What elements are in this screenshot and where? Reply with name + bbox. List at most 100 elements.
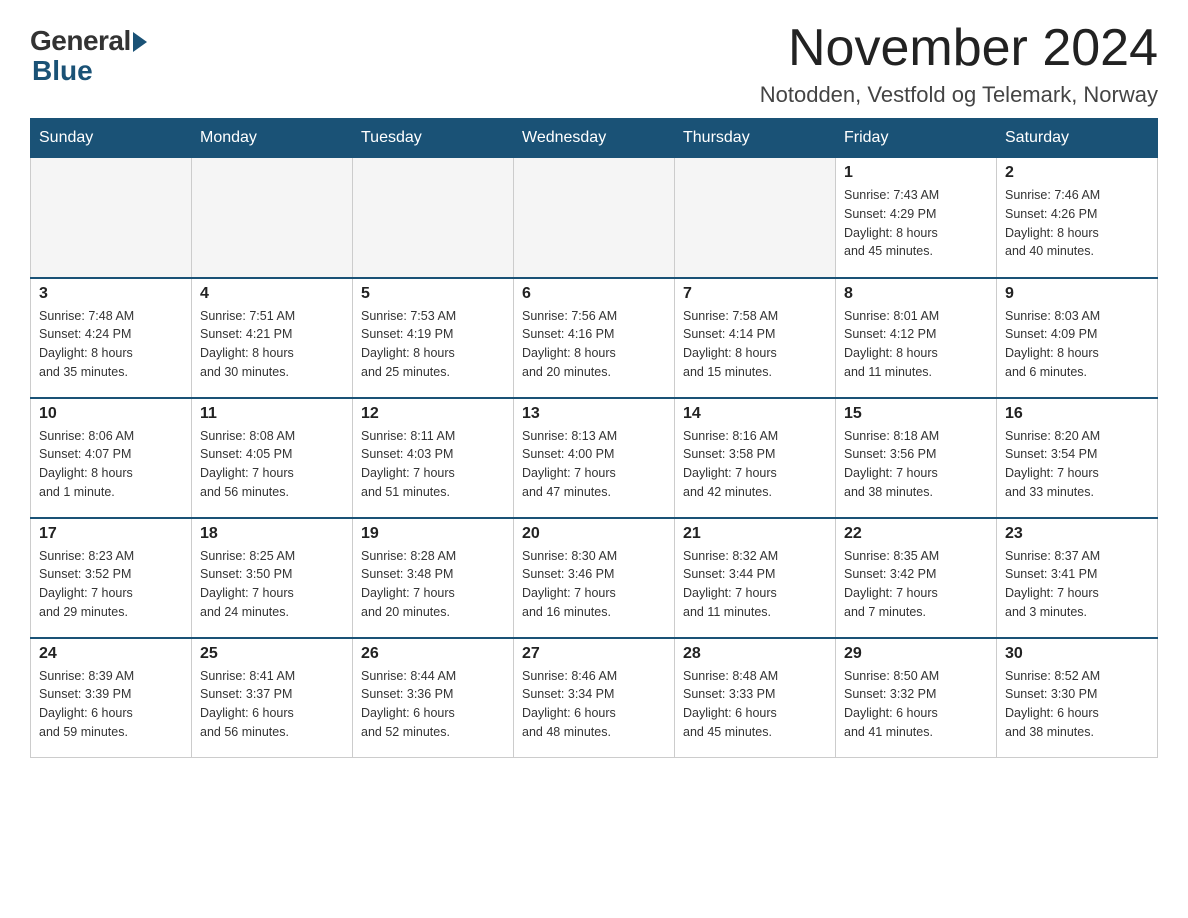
calendar-cell: 3 Sunrise: 7:48 AM Sunset: 4:24 PM Daylig… — [31, 278, 192, 398]
column-header-tuesday: Tuesday — [353, 119, 514, 158]
day-info: Sunrise: 7:46 AM Sunset: 4:26 PM Dayligh… — [1005, 186, 1149, 261]
day-number: 11 — [200, 405, 344, 423]
calendar-cell: 17 Sunrise: 8:23 AM Sunset: 3:52 PM Dayli… — [31, 518, 192, 638]
day-number: 19 — [361, 525, 505, 543]
day-info: Sunrise: 8:25 AM Sunset: 3:50 PM Dayligh… — [200, 547, 344, 622]
day-info: Sunrise: 8:32 AM Sunset: 3:44 PM Dayligh… — [683, 547, 827, 622]
logo: General Blue — [30, 20, 147, 87]
location-subtitle: Notodden, Vestfold og Telemark, Norway — [760, 82, 1158, 108]
day-info: Sunrise: 7:48 AM Sunset: 4:24 PM Dayligh… — [39, 307, 183, 382]
calendar-cell: 12Sunrise: 8:11 AM Sunset: 4:03 PM Dayli… — [353, 398, 514, 518]
calendar-cell — [514, 158, 675, 278]
title-section: November 2024 Notodden, Vestfold og Tele… — [760, 20, 1158, 108]
day-info: Sunrise: 8:08 AM Sunset: 4:05 PM Dayligh… — [200, 427, 344, 502]
calendar-cell: 1 Sunrise: 7:43 AM Sunset: 4:29 PM Daylig… — [836, 158, 997, 278]
day-number: 15 — [844, 405, 988, 423]
calendar-cell: 13Sunrise: 8:13 AM Sunset: 4:00 PM Dayli… — [514, 398, 675, 518]
calendar-cell: 9 Sunrise: 8:03 AM Sunset: 4:09 PM Daylig… — [997, 278, 1158, 398]
day-info: Sunrise: 8:16 AM Sunset: 3:58 PM Dayligh… — [683, 427, 827, 502]
day-number: 4 — [200, 285, 344, 303]
day-info: Sunrise: 8:03 AM Sunset: 4:09 PM Dayligh… — [1005, 307, 1149, 382]
day-info: Sunrise: 8:48 AM Sunset: 3:33 PM Dayligh… — [683, 667, 827, 742]
day-info: Sunrise: 8:52 AM Sunset: 3:30 PM Dayligh… — [1005, 667, 1149, 742]
day-number: 18 — [200, 525, 344, 543]
calendar-week-row: 24Sunrise: 8:39 AM Sunset: 3:39 PM Dayli… — [31, 638, 1158, 758]
calendar-cell — [192, 158, 353, 278]
day-number: 24 — [39, 645, 183, 663]
day-info: Sunrise: 7:53 AM Sunset: 4:19 PM Dayligh… — [361, 307, 505, 382]
day-number: 12 — [361, 405, 505, 423]
day-number: 8 — [844, 285, 988, 303]
calendar-cell — [353, 158, 514, 278]
calendar-cell: 25 Sunrise: 8:41 AM Sunset: 3:37 PM Dayli… — [192, 638, 353, 758]
day-number: 6 — [522, 285, 666, 303]
day-number: 20 — [522, 525, 666, 543]
day-number: 21 — [683, 525, 827, 543]
day-info: Sunrise: 8:01 AM Sunset: 4:12 PM Dayligh… — [844, 307, 988, 382]
day-number: 3 — [39, 285, 183, 303]
day-number: 2 — [1005, 164, 1149, 182]
day-number: 16 — [1005, 405, 1149, 423]
calendar-cell: 4Sunrise: 7:51 AM Sunset: 4:21 PM Daylig… — [192, 278, 353, 398]
calendar-cell: 6 Sunrise: 7:56 AM Sunset: 4:16 PM Daylig… — [514, 278, 675, 398]
day-info: Sunrise: 8:50 AM Sunset: 3:32 PM Dayligh… — [844, 667, 988, 742]
calendar-cell: 18 Sunrise: 8:25 AM Sunset: 3:50 PM Dayli… — [192, 518, 353, 638]
day-number: 30 — [1005, 645, 1149, 663]
column-header-wednesday: Wednesday — [514, 119, 675, 158]
day-info: Sunrise: 8:18 AM Sunset: 3:56 PM Dayligh… — [844, 427, 988, 502]
day-info: Sunrise: 8:20 AM Sunset: 3:54 PM Dayligh… — [1005, 427, 1149, 502]
day-number: 25 — [200, 645, 344, 663]
calendar-cell: 22Sunrise: 8:35 AM Sunset: 3:42 PM Dayli… — [836, 518, 997, 638]
day-info: Sunrise: 8:37 AM Sunset: 3:41 PM Dayligh… — [1005, 547, 1149, 622]
calendar-week-row: 10 Sunrise: 8:06 AM Sunset: 4:07 PM Dayli… — [31, 398, 1158, 518]
calendar-header-row: SundayMondayTuesdayWednesdayThursdayFrid… — [31, 119, 1158, 158]
day-number: 28 — [683, 645, 827, 663]
day-info: Sunrise: 8:46 AM Sunset: 3:34 PM Dayligh… — [522, 667, 666, 742]
calendar-cell: 5 Sunrise: 7:53 AM Sunset: 4:19 PM Daylig… — [353, 278, 514, 398]
column-header-monday: Monday — [192, 119, 353, 158]
calendar-cell: 11 Sunrise: 8:08 AM Sunset: 4:05 PM Dayli… — [192, 398, 353, 518]
calendar-cell: 23Sunrise: 8:37 AM Sunset: 3:41 PM Dayli… — [997, 518, 1158, 638]
day-number: 14 — [683, 405, 827, 423]
calendar-cell: 26Sunrise: 8:44 AM Sunset: 3:36 PM Dayli… — [353, 638, 514, 758]
day-info: Sunrise: 8:06 AM Sunset: 4:07 PM Dayligh… — [39, 427, 183, 502]
logo-general-text: General — [30, 25, 131, 57]
calendar-cell: 14 Sunrise: 8:16 AM Sunset: 3:58 PM Dayli… — [675, 398, 836, 518]
day-number: 13 — [522, 405, 666, 423]
calendar-cell: 21 Sunrise: 8:32 AM Sunset: 3:44 PM Dayli… — [675, 518, 836, 638]
day-number: 7 — [683, 285, 827, 303]
calendar-cell: 2 Sunrise: 7:46 AM Sunset: 4:26 PM Daylig… — [997, 158, 1158, 278]
column-header-thursday: Thursday — [675, 119, 836, 158]
day-number: 29 — [844, 645, 988, 663]
day-info: Sunrise: 8:41 AM Sunset: 3:37 PM Dayligh… — [200, 667, 344, 742]
calendar-week-row: 17 Sunrise: 8:23 AM Sunset: 3:52 PM Dayli… — [31, 518, 1158, 638]
day-number: 9 — [1005, 285, 1149, 303]
calendar-cell: 24Sunrise: 8:39 AM Sunset: 3:39 PM Dayli… — [31, 638, 192, 758]
day-number: 26 — [361, 645, 505, 663]
calendar-week-row: 1 Sunrise: 7:43 AM Sunset: 4:29 PM Daylig… — [31, 158, 1158, 278]
calendar-cell: 27Sunrise: 8:46 AM Sunset: 3:34 PM Dayli… — [514, 638, 675, 758]
calendar-week-row: 3 Sunrise: 7:48 AM Sunset: 4:24 PM Daylig… — [31, 278, 1158, 398]
day-info: Sunrise: 7:43 AM Sunset: 4:29 PM Dayligh… — [844, 186, 988, 261]
day-info: Sunrise: 8:23 AM Sunset: 3:52 PM Dayligh… — [39, 547, 183, 622]
month-title: November 2024 — [760, 20, 1158, 77]
calendar-cell — [31, 158, 192, 278]
day-info: Sunrise: 7:56 AM Sunset: 4:16 PM Dayligh… — [522, 307, 666, 382]
calendar-cell: 28 Sunrise: 8:48 AM Sunset: 3:33 PM Dayli… — [675, 638, 836, 758]
logo-blue-text: Blue — [30, 55, 93, 87]
calendar-cell — [675, 158, 836, 278]
calendar-cell: 20Sunrise: 8:30 AM Sunset: 3:46 PM Dayli… — [514, 518, 675, 638]
day-number: 1 — [844, 164, 988, 182]
column-header-sunday: Sunday — [31, 119, 192, 158]
day-number: 10 — [39, 405, 183, 423]
calendar-cell: 19Sunrise: 8:28 AM Sunset: 3:48 PM Dayli… — [353, 518, 514, 638]
day-number: 17 — [39, 525, 183, 543]
day-info: Sunrise: 8:35 AM Sunset: 3:42 PM Dayligh… — [844, 547, 988, 622]
column-header-friday: Friday — [836, 119, 997, 158]
calendar-cell: 7Sunrise: 7:58 AM Sunset: 4:14 PM Daylig… — [675, 278, 836, 398]
day-number: 5 — [361, 285, 505, 303]
calendar-cell: 16 Sunrise: 8:20 AM Sunset: 3:54 PM Dayli… — [997, 398, 1158, 518]
calendar-cell: 15 Sunrise: 8:18 AM Sunset: 3:56 PM Dayli… — [836, 398, 997, 518]
calendar-cell: 30 Sunrise: 8:52 AM Sunset: 3:30 PM Dayli… — [997, 638, 1158, 758]
calendar-cell: 29 Sunrise: 8:50 AM Sunset: 3:32 PM Dayli… — [836, 638, 997, 758]
